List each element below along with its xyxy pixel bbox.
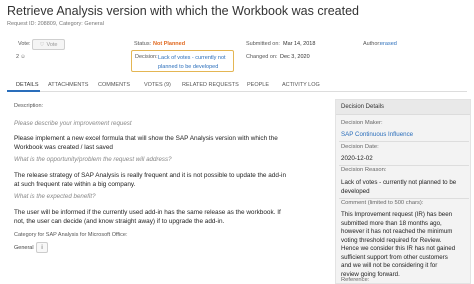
tab-details[interactable]: DETAILS: [16, 82, 39, 88]
vote-count-value: 2: [16, 54, 20, 60]
vote-count: 2 ☺: [16, 54, 26, 60]
tab-bar: DETAILS ATTACHMENTS COMMENTS VOTES (9) R…: [7, 80, 467, 92]
answer-opportunity-line1: The release strategy of SAP Analysis is …: [14, 172, 286, 179]
changed-label: Changed on:: [246, 54, 278, 60]
decision-label: Decision:: [135, 54, 158, 60]
decision-reason-line1: Lack of votes - currently not planned to…: [341, 179, 457, 186]
submitted-value: Mar 14, 2018: [283, 41, 316, 47]
changed-value: Dec 3, 2020: [280, 54, 310, 60]
decision-date-label: Decision Date:: [341, 144, 379, 150]
decision-reason-label: Decision Reason:: [341, 167, 387, 173]
question-improvement: Please describe your improvement request: [14, 120, 132, 127]
status-badge: Not Planned: [153, 41, 186, 47]
heart-icon: ♡: [39, 41, 45, 48]
question-opportunity: What is the opportunity/problem the requ…: [14, 156, 172, 163]
page-title: Retrieve Analysis version with which the…: [7, 4, 360, 18]
decision-date-value: 2020-12-02: [341, 155, 373, 162]
panel-header: Decision Details: [336, 100, 470, 115]
decision-maker-label: Decision Maker:: [341, 120, 383, 126]
request-id-category: Request ID: 208809, Category: General: [7, 21, 104, 27]
answer-opportunity-line2: at such frequent rate within a big compa…: [14, 181, 136, 188]
active-tab-indicator: [7, 90, 40, 92]
vote-button[interactable]: ♡ Vote: [32, 39, 65, 50]
decision-reason-line2: developed: [341, 188, 370, 195]
answer-benefit-line1: The user will be informed if the current…: [14, 209, 281, 216]
tab-votes[interactable]: VOTES (9): [144, 82, 171, 88]
answer-improvement-line2: Workbook was created / last saved: [14, 144, 113, 151]
category-value: General: [14, 245, 34, 251]
description-label: Description:: [14, 103, 44, 109]
tab-comments[interactable]: COMMENTS: [98, 82, 130, 88]
tab-related-requests[interactable]: RELATED REQUESTS: [182, 82, 239, 88]
divider: [339, 165, 469, 166]
decision-box: Decision: Lack of votes - currently not …: [131, 50, 234, 72]
decision-value[interactable]: Lack of votes - currently not planned to…: [158, 54, 233, 72]
info-icon[interactable]: i: [36, 242, 48, 253]
status-label: Status:: [134, 41, 152, 47]
author-link[interactable]: erased: [380, 41, 397, 47]
decision-maker-link[interactable]: SAP Continuous Influence: [341, 130, 469, 139]
answer-benefit-line2: not, the user can decide (and know strai…: [14, 218, 225, 225]
divider: [339, 198, 469, 199]
tab-people[interactable]: PEOPLE: [247, 82, 269, 88]
person-icon: ☺: [20, 54, 26, 60]
question-benefit: What is the expected benefit?: [14, 193, 96, 200]
submitted-label: Submitted on:: [246, 41, 280, 47]
panel-title: Decision Details: [341, 104, 385, 110]
divider: [339, 141, 469, 142]
author-label: Author:: [363, 41, 381, 47]
vote-button-label: Vote: [46, 41, 58, 48]
vote-label: Vote:: [18, 41, 31, 47]
answer-improvement-line1: Please implement a new excel formula tha…: [14, 135, 278, 142]
tab-attachments[interactable]: ATTACHMENTS: [48, 82, 88, 88]
comment-label: Comment (limited to 500 chars):: [341, 200, 424, 206]
category-label: Category for SAP Analysis for Microsoft …: [14, 232, 128, 238]
decision-details-panel: Decision Details Decision Maker: SAP Con…: [335, 99, 471, 284]
tab-activity-log[interactable]: ACTIVITY LOG: [282, 82, 320, 88]
reference-label: Reference:: [341, 277, 370, 283]
